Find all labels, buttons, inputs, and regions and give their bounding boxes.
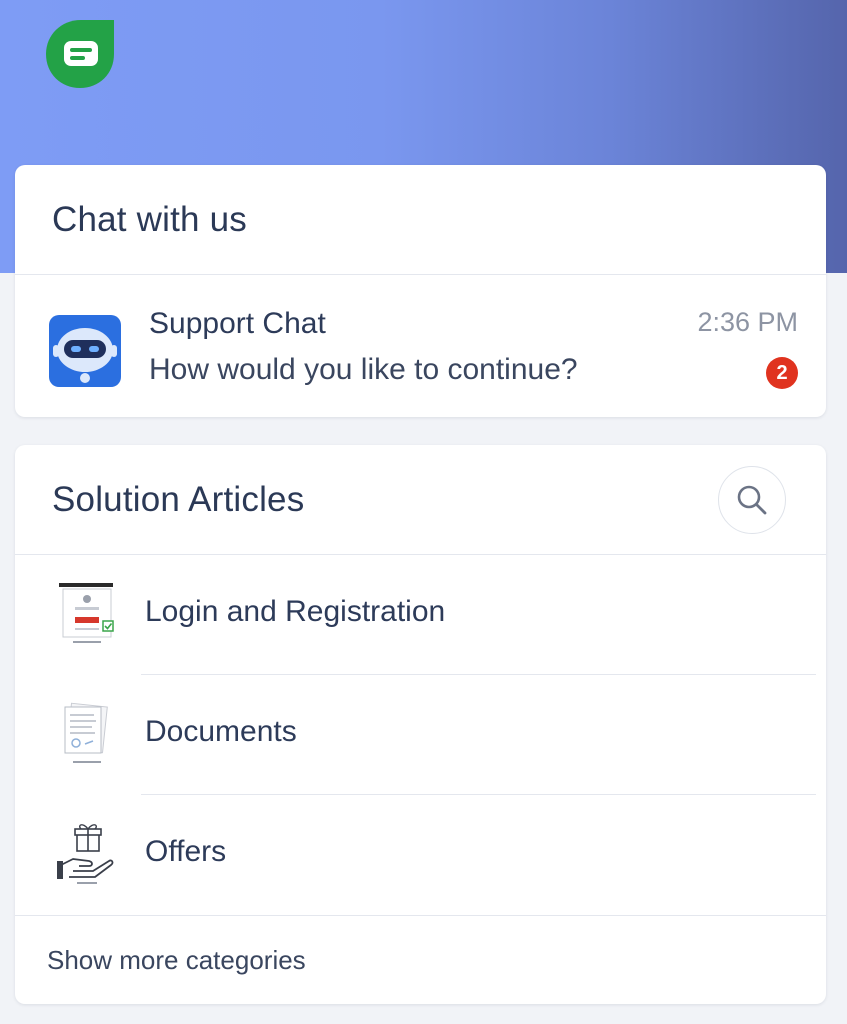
category-label: Offers (145, 835, 227, 868)
category-item-documents[interactable]: Documents (15, 675, 826, 795)
search-icon (737, 485, 767, 514)
conversation-preview: How would you like to continue? (149, 353, 578, 386)
articles-card: Solution Articles Login and Registration (15, 445, 826, 1004)
show-more-label: Show more categories (47, 944, 306, 975)
chat-bubble-icon[interactable] (44, 18, 118, 90)
conversation-time: 2:36 PM (697, 307, 798, 337)
chat-card-title: Chat with us (52, 199, 247, 239)
chat-card: Chat with us Support Chat How would you … (15, 165, 826, 417)
category-label: Login and Registration (145, 595, 446, 628)
conversation-name: Support Chat (149, 307, 326, 340)
category-item-login[interactable]: Login and Registration (15, 555, 826, 675)
articles-card-title: Solution Articles (52, 479, 305, 519)
robot-icon (49, 315, 121, 387)
login-form-icon (59, 583, 114, 643)
category-item-offers[interactable]: Offers (15, 795, 826, 915)
chat-card-header: Chat with us (15, 165, 826, 275)
gift-hand-icon (57, 824, 114, 884)
unread-badge: 2 (766, 357, 798, 389)
show-more-categories-link[interactable]: Show more categories (15, 915, 826, 1004)
conversation-row[interactable]: Support Chat How would you like to conti… (15, 275, 826, 417)
articles-card-header: Solution Articles (15, 445, 826, 555)
document-icon (64, 702, 108, 763)
search-button[interactable] (718, 465, 786, 534)
category-label: Documents (145, 715, 297, 748)
